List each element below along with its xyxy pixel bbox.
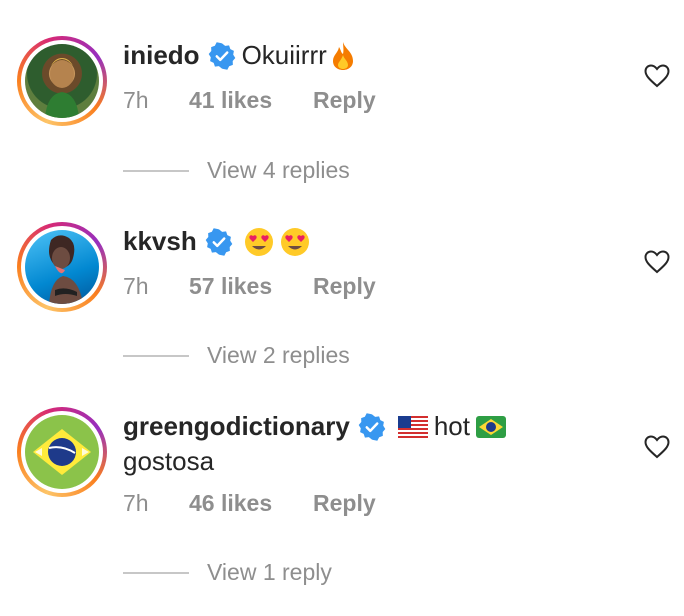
divider-line xyxy=(123,354,189,357)
heart-eyes-emoji-icon xyxy=(243,227,275,257)
username[interactable]: kkvsh xyxy=(123,226,197,257)
view-replies-label: View 4 replies xyxy=(207,157,350,183)
divider-line xyxy=(123,571,189,574)
view-replies-button[interactable]: View 4 replies xyxy=(123,157,350,184)
view-replies-label: View 2 replies xyxy=(207,342,350,368)
reply-button[interactable]: Reply xyxy=(313,87,376,114)
avatar xyxy=(25,44,99,118)
like-heart-icon[interactable] xyxy=(644,435,670,464)
likes-count[interactable]: 41 likes xyxy=(189,87,313,114)
view-replies-button[interactable]: View 1 reply xyxy=(123,559,332,586)
reply-button[interactable]: Reply xyxy=(313,273,376,300)
story-ring[interactable] xyxy=(17,407,107,497)
story-ring[interactable] xyxy=(17,222,107,312)
heart-eyes-emoji-icon xyxy=(279,227,311,257)
divider-line xyxy=(123,169,189,172)
avatar xyxy=(25,415,99,489)
brazil-flag-icon xyxy=(475,415,506,438)
likes-count[interactable]: 57 likes xyxy=(189,273,313,300)
us-flag-icon xyxy=(397,415,428,438)
story-ring[interactable] xyxy=(17,36,107,126)
comment-time: 7h xyxy=(123,87,149,113)
comment-body: iniedo Okuiirrr xyxy=(123,40,355,71)
reply-button[interactable]: Reply xyxy=(313,490,376,517)
comment-body: kkvsh xyxy=(123,226,311,257)
like-heart-icon[interactable] xyxy=(644,250,670,279)
fire-emoji-icon xyxy=(331,41,355,71)
like-heart-icon[interactable] xyxy=(644,64,670,93)
view-replies-label: View 1 reply xyxy=(207,559,332,585)
verified-badge-icon xyxy=(358,412,386,441)
username[interactable]: iniedo xyxy=(123,40,200,71)
comment-text: Okuiirrr xyxy=(241,40,327,70)
comment-text: hot xyxy=(433,411,470,441)
verified-badge-icon xyxy=(208,41,236,70)
comment-meta: 7h 46 likes Reply xyxy=(123,490,376,517)
comment-time: 7h xyxy=(123,490,149,516)
verified-badge-icon xyxy=(205,227,233,256)
likes-count[interactable]: 46 likes xyxy=(189,490,313,517)
comment-meta: 7h 57 likes Reply xyxy=(123,273,376,300)
avatar xyxy=(25,230,99,304)
username[interactable]: greengodictionary xyxy=(123,411,350,442)
view-replies-button[interactable]: View 2 replies xyxy=(123,342,350,369)
comment-text-line2: gostosa xyxy=(123,446,215,476)
comment-body: greengodictionary hot xyxy=(123,411,512,442)
comment-time: 7h xyxy=(123,273,149,299)
comment-meta: 7h 41 likes Reply xyxy=(123,87,376,114)
